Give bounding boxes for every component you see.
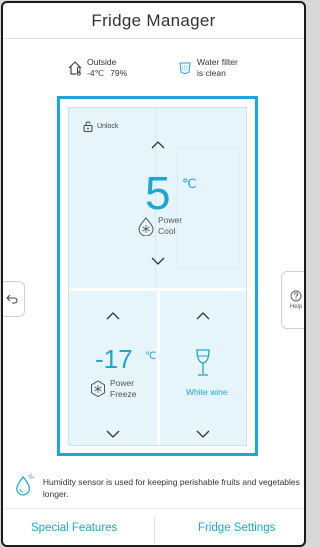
power-cool-button[interactable]: Power Cool — [137, 215, 182, 237]
footer-split — [154, 516, 155, 544]
power-cool-line1: Power — [158, 215, 183, 225]
app-frame: Fridge Manager Outside -4℃ 79% Water fil… — [1, 1, 306, 547]
title-divider — [3, 38, 304, 39]
power-freeze-line2: Freeze — [110, 389, 137, 399]
help-button[interactable]: Help — [281, 271, 304, 329]
power-freeze-line1: Power — [110, 378, 135, 388]
freezer-temp-unit: ℃ — [145, 351, 157, 362]
power-cool-icon — [138, 216, 154, 236]
flex-zone-mode-label: White wine — [186, 387, 228, 397]
fridge-shelf — [177, 148, 239, 268]
special-features-button[interactable]: Special Features — [31, 522, 117, 534]
back-arrow-icon — [6, 294, 18, 304]
flex-zone-down-button[interactable] — [194, 428, 212, 440]
page-title: Fridge Manager — [91, 11, 216, 30]
wine-glass-icon — [196, 349, 210, 376]
help-icon — [290, 290, 302, 302]
fridge-temp-value: 5 — [145, 167, 171, 219]
water-filter-icon — [179, 62, 191, 74]
water-filter-info: Water filter is clean — [177, 57, 238, 79]
freezer-temp-value: -17 — [95, 344, 133, 374]
outside-label: Outside — [87, 57, 117, 67]
unlock-button[interactable]: Unlock — [83, 121, 118, 132]
fridge-temp-up-button[interactable] — [149, 139, 167, 151]
unlock-icon — [83, 121, 93, 132]
flex-zone-up-button[interactable] — [194, 310, 212, 322]
footer-divider — [3, 508, 304, 509]
house-thermometer-icon — [68, 61, 82, 76]
fridge-temp-unit: ℃ — [182, 176, 197, 191]
power-freeze-button[interactable]: Power Freeze — [89, 378, 136, 400]
freezer-temp-down-button[interactable] — [104, 428, 122, 440]
help-label: Help — [289, 304, 303, 310]
water-filter-line2: is clean — [197, 68, 226, 78]
water-filter-line1: Water filter — [197, 57, 238, 67]
outside-info: Outside -4℃ 79% — [67, 57, 127, 79]
power-freeze-icon — [91, 380, 105, 398]
fridge-temp-down-button[interactable] — [149, 255, 167, 267]
outside-temp: -4℃ — [87, 68, 105, 78]
humidity-note: Humidity sensor is used for keeping peri… — [15, 472, 300, 500]
fridge-illustration: Unlock 5 ℃ Power Cool -17 ℃ Power Freeze… — [68, 107, 247, 446]
fridge-panel: Unlock 5 ℃ Power Cool -17 ℃ Power Freeze… — [57, 96, 258, 456]
outside-humidity: 79% — [110, 68, 128, 78]
back-button[interactable] — [3, 281, 25, 317]
power-cool-line2: Cool — [158, 226, 176, 236]
unlock-label: Unlock — [97, 123, 119, 130]
freezer-temp-up-button[interactable] — [104, 310, 122, 322]
humidity-note-text: Humidity sensor is used for keeping peri… — [42, 477, 300, 499]
humidity-drop-icon — [16, 474, 34, 496]
fridge-settings-button[interactable]: Fridge Settings — [198, 522, 275, 534]
